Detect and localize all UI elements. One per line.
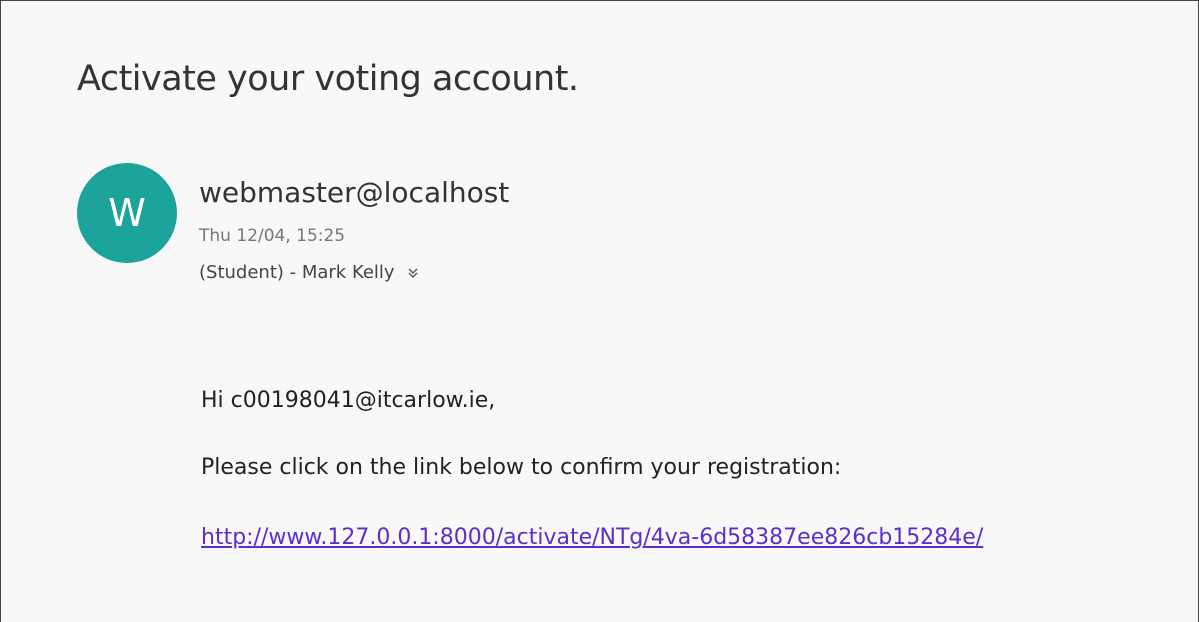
activation-link[interactable]: http://www.127.0.0.1:8000/activate/NTg/4…: [201, 523, 983, 553]
email-subject: Activate your voting account.: [77, 59, 579, 99]
email-date: Thu 12/04, 15:25: [199, 226, 346, 246]
avatar-initial: W: [108, 191, 146, 235]
sender-address[interactable]: webmaster@localhost: [199, 175, 509, 211]
email-instruction: Please click on the link below to confir…: [201, 455, 842, 480]
recipients-line: (Student) - Mark Kelly: [199, 260, 421, 286]
recipients-text[interactable]: (Student) - Mark Kelly: [199, 260, 395, 286]
email-reading-pane: Activate your voting account. W webmaste…: [0, 0, 1199, 622]
email-greeting: Hi c00198041@itcarlow.ie,: [201, 388, 496, 413]
chevron-double-down-icon[interactable]: [405, 265, 421, 281]
sender-avatar[interactable]: W: [77, 163, 177, 263]
